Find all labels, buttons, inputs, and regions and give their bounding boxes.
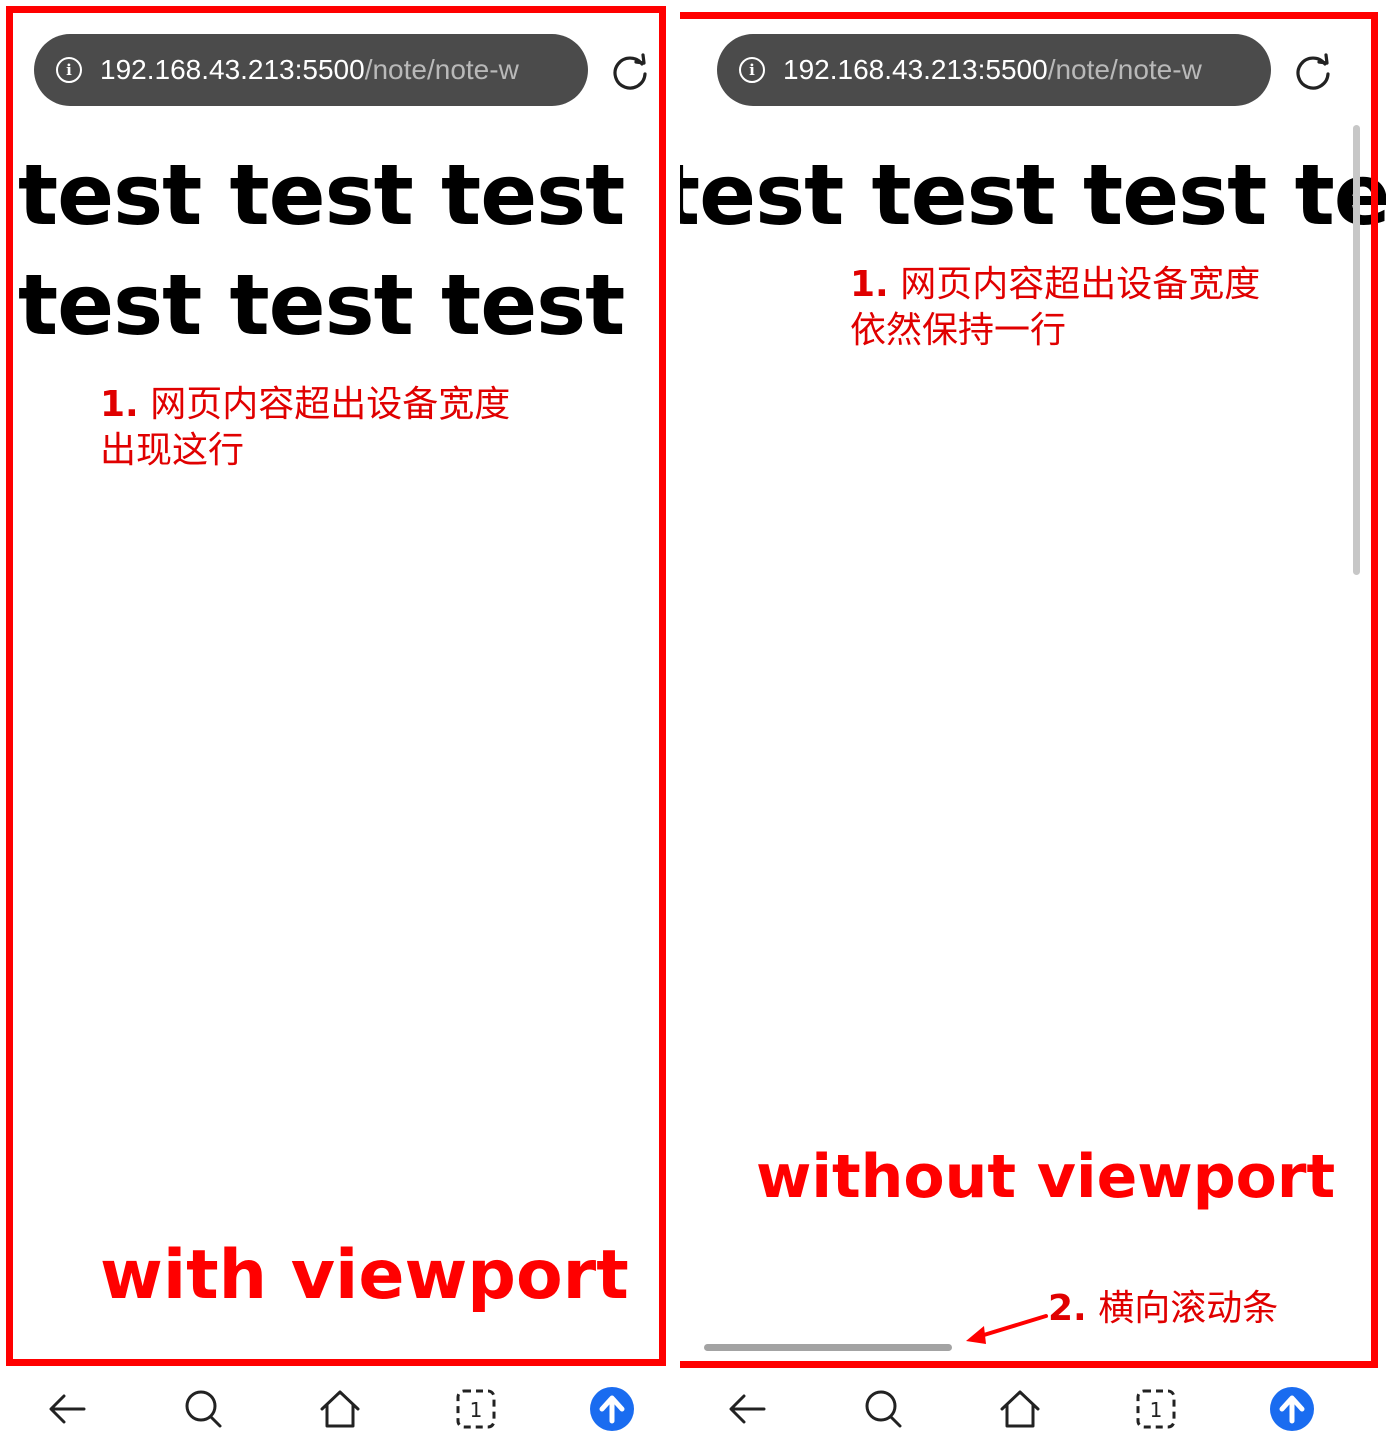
phone-screenshot-without-viewport: i 192.168.43.213:5500/note/note-w test t… [680, 0, 1386, 1452]
upload-icon[interactable] [1268, 1385, 1316, 1433]
home-icon[interactable] [316, 1385, 364, 1433]
search-icon[interactable] [180, 1385, 228, 1433]
back-icon[interactable] [44, 1385, 92, 1433]
tabs-icon[interactable]: 1 [452, 1385, 500, 1433]
bottom-nav: 1 [0, 1366, 680, 1452]
tab-count: 1 [470, 1398, 483, 1422]
search-icon[interactable] [860, 1385, 908, 1433]
highlight-frame [680, 12, 1378, 1368]
bottom-nav: 1 [680, 1366, 1360, 1452]
home-icon[interactable] [996, 1385, 1044, 1433]
phone-screenshot-with-viewport: i 192.168.43.213:5500/note/note-w test t… [0, 0, 680, 1452]
tabs-icon[interactable]: 1 [1132, 1385, 1180, 1433]
upload-icon[interactable] [588, 1385, 636, 1433]
back-icon[interactable] [724, 1385, 772, 1433]
highlight-frame [6, 6, 666, 1366]
tab-count: 1 [1150, 1398, 1163, 1422]
